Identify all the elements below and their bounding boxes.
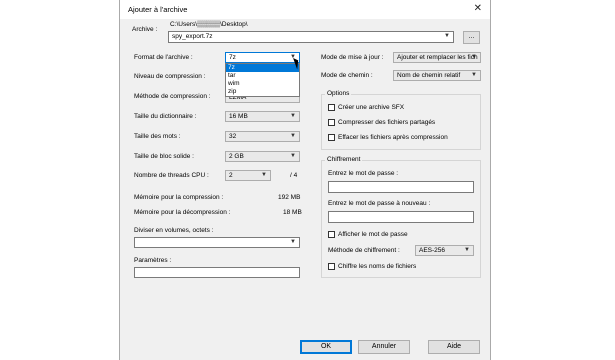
password-again-label: Entrez le mot de passe à nouveau : (328, 200, 431, 207)
format-dropdown-list: 7z tar wim zip (225, 63, 300, 97)
update-mode-value: Ajouter et remplacer les fich (397, 54, 478, 61)
password-input[interactable] (328, 181, 474, 193)
parameters-input[interactable] (134, 267, 300, 278)
show-password-label: Afficher le mot de passe (338, 231, 408, 238)
password-again-input[interactable] (328, 211, 474, 223)
threads-value: 2 (229, 172, 233, 179)
split-volumes-combo[interactable]: ▼ (134, 237, 300, 248)
archive-label: Archive : (132, 26, 158, 33)
encryption-method-value: AES-256 (419, 247, 446, 254)
parameters-label: Paramètres : (134, 257, 172, 264)
chevron-down-icon: ▼ (471, 54, 477, 60)
archive-path: C:\Users\▒▒▒▒▒\Desktop\ (170, 21, 248, 28)
solid-block-label: Taille de bloc solide : (134, 153, 194, 160)
dictionary-size-value: 16 MB (229, 113, 248, 120)
format-value: 7z (229, 54, 236, 61)
format-option-7z[interactable]: 7z (226, 64, 299, 72)
solid-block-value: 2 GB (229, 153, 244, 160)
ok-button[interactable]: OK (300, 340, 352, 354)
threads-max: / 4 (290, 172, 298, 179)
close-icon[interactable]: ✕ (474, 3, 482, 14)
chevron-down-icon: ▼ (261, 172, 267, 178)
word-size-combo[interactable]: 32 ▼ (225, 131, 300, 142)
update-mode-label: Mode de mise à jour : (321, 54, 384, 61)
memory-compress-value: 192 MB (278, 194, 301, 201)
encryption-method-label: Méthode de chiffrement : (328, 247, 400, 254)
path-mode-value: Nom de chemin relatif (397, 72, 461, 79)
format-combo[interactable]: 7z ▼ (225, 52, 300, 63)
shared-files-checkbox[interactable] (328, 119, 335, 126)
sfx-label: Créer une archive SFX (338, 104, 405, 111)
chevron-down-icon: ▼ (444, 33, 450, 39)
delete-files-label: Effacer les fichiers après compression (338, 134, 448, 141)
help-button[interactable]: Aide (428, 340, 480, 354)
show-password-checkbox[interactable] (328, 231, 335, 238)
format-option-tar[interactable]: tar (226, 72, 299, 80)
format-option-zip[interactable]: zip (226, 88, 299, 96)
archive-name-combo[interactable]: spy_export.7z ▼ (168, 31, 454, 43)
update-mode-combo[interactable]: Ajouter et remplacer les fich ▼ (393, 52, 481, 63)
memory-compress-label: Mémoire pour la compression : (134, 194, 224, 201)
password-label: Entrez le mot de passe : (328, 170, 399, 177)
encryption-method-combo[interactable]: AES-256 ▼ (415, 245, 474, 256)
threads-combo[interactable]: 2 ▼ (225, 170, 271, 181)
options-group-title: Options (325, 90, 352, 97)
word-size-value: 32 (229, 133, 237, 140)
chevron-down-icon: ▼ (290, 133, 296, 139)
encryption-group-title: Chiffrement (325, 156, 363, 163)
shared-files-label: Compresser des fichiers partagés (338, 119, 436, 126)
chevron-down-icon: ▼ (464, 247, 470, 253)
memory-decompress-value: 18 MB (283, 209, 302, 216)
sfx-checkbox[interactable] (328, 104, 335, 111)
format-label: Format de l'archive : (134, 54, 193, 61)
title-bar: Ajouter à l'archive ✕ (120, 0, 490, 19)
path-mode-combo[interactable]: Nom de chemin relatif ▼ (393, 70, 481, 81)
browse-button[interactable]: ... (463, 31, 480, 44)
delete-files-checkbox[interactable] (328, 134, 335, 141)
dictionary-size-combo[interactable]: 16 MB ▼ (225, 111, 300, 122)
path-mode-label: Mode de chemin : (321, 72, 373, 79)
archive-name-value: spy_export.7z (172, 33, 213, 40)
solid-block-combo[interactable]: 2 GB ▼ (225, 151, 300, 162)
encrypt-names-checkbox[interactable] (328, 263, 335, 270)
word-size-label: Taille des mots : (134, 133, 181, 140)
compression-method-label: Méthode de compression : (134, 93, 211, 100)
compression-level-label: Niveau de compression : (134, 73, 206, 80)
cancel-button[interactable]: Annuler (358, 340, 410, 354)
chevron-down-icon: ▼ (290, 113, 296, 119)
format-option-wim[interactable]: wim (226, 80, 299, 88)
window-title: Ajouter à l'archive (128, 5, 188, 14)
chevron-down-icon: ▼ (290, 239, 296, 245)
encrypt-names-label: Chiffre les noms de fichiers (338, 263, 417, 270)
chevron-down-icon: ▼ (471, 72, 477, 78)
split-volumes-label: Diviser en volumes, octets : (134, 227, 214, 234)
chevron-down-icon: ▼ (290, 153, 296, 159)
dictionary-size-label: Taille du dictionnaire : (134, 113, 197, 120)
memory-decompress-label: Mémoire pour la décompression : (134, 209, 231, 216)
threads-label: Nombre de threads CPU : (134, 172, 209, 179)
